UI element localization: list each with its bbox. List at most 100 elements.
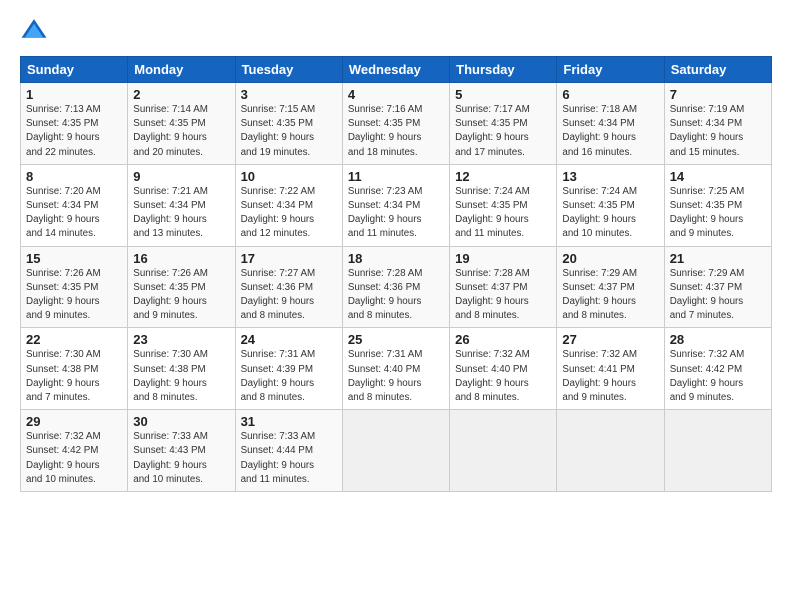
day-info: Sunrise: 7:33 AM Sunset: 4:44 PM Dayligh… xyxy=(241,430,337,487)
day-cell: 15Sunrise: 7:26 AM Sunset: 4:35 PM Dayli… xyxy=(21,246,128,328)
day-number: 11 xyxy=(348,169,444,184)
logo xyxy=(20,16,52,44)
day-cell: 20Sunrise: 7:29 AM Sunset: 4:37 PM Dayli… xyxy=(557,246,664,328)
day-cell: 24Sunrise: 7:31 AM Sunset: 4:39 PM Dayli… xyxy=(235,328,342,410)
day-cell: 29Sunrise: 7:32 AM Sunset: 4:42 PM Dayli… xyxy=(21,410,128,492)
calendar-table: SundayMondayTuesdayWednesdayThursdayFrid… xyxy=(20,56,772,492)
header xyxy=(20,16,772,44)
day-info: Sunrise: 7:17 AM Sunset: 4:35 PM Dayligh… xyxy=(455,103,551,160)
day-info: Sunrise: 7:21 AM Sunset: 4:34 PM Dayligh… xyxy=(133,185,229,242)
day-number: 23 xyxy=(133,332,229,347)
day-cell: 19Sunrise: 7:28 AM Sunset: 4:37 PM Dayli… xyxy=(450,246,557,328)
day-info: Sunrise: 7:29 AM Sunset: 4:37 PM Dayligh… xyxy=(562,267,658,324)
day-info: Sunrise: 7:18 AM Sunset: 4:34 PM Dayligh… xyxy=(562,103,658,160)
day-number: 24 xyxy=(241,332,337,347)
day-cell: 21Sunrise: 7:29 AM Sunset: 4:37 PM Dayli… xyxy=(664,246,771,328)
day-cell: 26Sunrise: 7:32 AM Sunset: 4:40 PM Dayli… xyxy=(450,328,557,410)
day-cell: 8Sunrise: 7:20 AM Sunset: 4:34 PM Daylig… xyxy=(21,164,128,246)
day-number: 27 xyxy=(562,332,658,347)
day-cell: 12Sunrise: 7:24 AM Sunset: 4:35 PM Dayli… xyxy=(450,164,557,246)
day-number: 17 xyxy=(241,251,337,266)
day-info: Sunrise: 7:13 AM Sunset: 4:35 PM Dayligh… xyxy=(26,103,122,160)
day-info: Sunrise: 7:32 AM Sunset: 4:40 PM Dayligh… xyxy=(455,348,551,405)
day-info: Sunrise: 7:24 AM Sunset: 4:35 PM Dayligh… xyxy=(562,185,658,242)
day-number: 15 xyxy=(26,251,122,266)
day-info: Sunrise: 7:29 AM Sunset: 4:37 PM Dayligh… xyxy=(670,267,766,324)
day-cell: 22Sunrise: 7:30 AM Sunset: 4:38 PM Dayli… xyxy=(21,328,128,410)
day-number: 25 xyxy=(348,332,444,347)
day-number: 13 xyxy=(562,169,658,184)
day-info: Sunrise: 7:28 AM Sunset: 4:37 PM Dayligh… xyxy=(455,267,551,324)
week-row-3: 15Sunrise: 7:26 AM Sunset: 4:35 PM Dayli… xyxy=(21,246,772,328)
day-info: Sunrise: 7:25 AM Sunset: 4:35 PM Dayligh… xyxy=(670,185,766,242)
day-number: 6 xyxy=(562,87,658,102)
day-cell: 4Sunrise: 7:16 AM Sunset: 4:35 PM Daylig… xyxy=(342,83,449,165)
col-header-sunday: Sunday xyxy=(21,57,128,83)
day-cell: 31Sunrise: 7:33 AM Sunset: 4:44 PM Dayli… xyxy=(235,410,342,492)
day-number: 28 xyxy=(670,332,766,347)
day-cell: 25Sunrise: 7:31 AM Sunset: 4:40 PM Dayli… xyxy=(342,328,449,410)
day-number: 21 xyxy=(670,251,766,266)
day-info: Sunrise: 7:16 AM Sunset: 4:35 PM Dayligh… xyxy=(348,103,444,160)
day-info: Sunrise: 7:30 AM Sunset: 4:38 PM Dayligh… xyxy=(133,348,229,405)
day-info: Sunrise: 7:32 AM Sunset: 4:41 PM Dayligh… xyxy=(562,348,658,405)
week-row-2: 8Sunrise: 7:20 AM Sunset: 4:34 PM Daylig… xyxy=(21,164,772,246)
day-cell xyxy=(664,410,771,492)
day-info: Sunrise: 7:15 AM Sunset: 4:35 PM Dayligh… xyxy=(241,103,337,160)
day-cell: 28Sunrise: 7:32 AM Sunset: 4:42 PM Dayli… xyxy=(664,328,771,410)
day-cell xyxy=(557,410,664,492)
day-number: 10 xyxy=(241,169,337,184)
day-number: 5 xyxy=(455,87,551,102)
day-number: 8 xyxy=(26,169,122,184)
day-info: Sunrise: 7:14 AM Sunset: 4:35 PM Dayligh… xyxy=(133,103,229,160)
day-info: Sunrise: 7:20 AM Sunset: 4:34 PM Dayligh… xyxy=(26,185,122,242)
day-cell: 27Sunrise: 7:32 AM Sunset: 4:41 PM Dayli… xyxy=(557,328,664,410)
day-cell xyxy=(342,410,449,492)
day-cell: 30Sunrise: 7:33 AM Sunset: 4:43 PM Dayli… xyxy=(128,410,235,492)
day-number: 12 xyxy=(455,169,551,184)
day-number: 30 xyxy=(133,414,229,429)
day-cell: 3Sunrise: 7:15 AM Sunset: 4:35 PM Daylig… xyxy=(235,83,342,165)
col-header-monday: Monday xyxy=(128,57,235,83)
day-cell: 1Sunrise: 7:13 AM Sunset: 4:35 PM Daylig… xyxy=(21,83,128,165)
day-info: Sunrise: 7:27 AM Sunset: 4:36 PM Dayligh… xyxy=(241,267,337,324)
col-header-saturday: Saturday xyxy=(664,57,771,83)
day-cell: 14Sunrise: 7:25 AM Sunset: 4:35 PM Dayli… xyxy=(664,164,771,246)
day-info: Sunrise: 7:19 AM Sunset: 4:34 PM Dayligh… xyxy=(670,103,766,160)
day-number: 19 xyxy=(455,251,551,266)
day-number: 7 xyxy=(670,87,766,102)
col-header-thursday: Thursday xyxy=(450,57,557,83)
day-info: Sunrise: 7:26 AM Sunset: 4:35 PM Dayligh… xyxy=(133,267,229,324)
day-cell: 6Sunrise: 7:18 AM Sunset: 4:34 PM Daylig… xyxy=(557,83,664,165)
day-number: 14 xyxy=(670,169,766,184)
day-cell: 23Sunrise: 7:30 AM Sunset: 4:38 PM Dayli… xyxy=(128,328,235,410)
day-info: Sunrise: 7:32 AM Sunset: 4:42 PM Dayligh… xyxy=(670,348,766,405)
day-cell: 9Sunrise: 7:21 AM Sunset: 4:34 PM Daylig… xyxy=(128,164,235,246)
day-info: Sunrise: 7:22 AM Sunset: 4:34 PM Dayligh… xyxy=(241,185,337,242)
col-header-tuesday: Tuesday xyxy=(235,57,342,83)
day-number: 4 xyxy=(348,87,444,102)
day-cell: 18Sunrise: 7:28 AM Sunset: 4:36 PM Dayli… xyxy=(342,246,449,328)
day-number: 3 xyxy=(241,87,337,102)
day-info: Sunrise: 7:31 AM Sunset: 4:39 PM Dayligh… xyxy=(241,348,337,405)
day-number: 29 xyxy=(26,414,122,429)
day-cell: 11Sunrise: 7:23 AM Sunset: 4:34 PM Dayli… xyxy=(342,164,449,246)
day-number: 1 xyxy=(26,87,122,102)
day-cell: 5Sunrise: 7:17 AM Sunset: 4:35 PM Daylig… xyxy=(450,83,557,165)
day-number: 16 xyxy=(133,251,229,266)
day-cell: 2Sunrise: 7:14 AM Sunset: 4:35 PM Daylig… xyxy=(128,83,235,165)
day-info: Sunrise: 7:33 AM Sunset: 4:43 PM Dayligh… xyxy=(133,430,229,487)
day-info: Sunrise: 7:26 AM Sunset: 4:35 PM Dayligh… xyxy=(26,267,122,324)
week-row-1: 1Sunrise: 7:13 AM Sunset: 4:35 PM Daylig… xyxy=(21,83,772,165)
day-cell xyxy=(450,410,557,492)
col-header-wednesday: Wednesday xyxy=(342,57,449,83)
day-info: Sunrise: 7:23 AM Sunset: 4:34 PM Dayligh… xyxy=(348,185,444,242)
day-number: 26 xyxy=(455,332,551,347)
day-info: Sunrise: 7:24 AM Sunset: 4:35 PM Dayligh… xyxy=(455,185,551,242)
day-number: 9 xyxy=(133,169,229,184)
day-cell: 7Sunrise: 7:19 AM Sunset: 4:34 PM Daylig… xyxy=(664,83,771,165)
col-header-friday: Friday xyxy=(557,57,664,83)
day-cell: 13Sunrise: 7:24 AM Sunset: 4:35 PM Dayli… xyxy=(557,164,664,246)
logo-icon xyxy=(20,16,48,44)
day-number: 2 xyxy=(133,87,229,102)
